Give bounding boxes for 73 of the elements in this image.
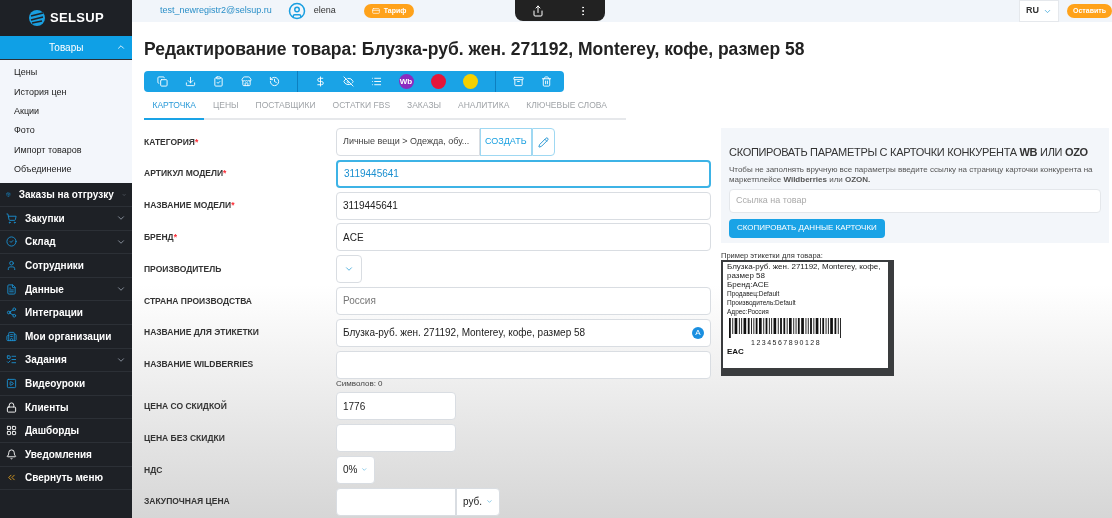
user-icon xyxy=(6,259,17,271)
user-name: elena xyxy=(313,4,336,18)
submenu-item[interactable]: Акции xyxy=(0,102,132,122)
currency-select[interactable]: руб. xyxy=(456,487,500,516)
category-field[interactable]: Личные вещи > Одежда, обу... xyxy=(336,128,480,156)
field-label: ПРОИЗВОДИТЕЛЬ xyxy=(144,262,222,276)
dropdown-field[interactable] xyxy=(336,255,362,284)
character-counter: Символов: 0 xyxy=(336,378,384,389)
dollar-icon[interactable] xyxy=(314,76,326,88)
check-circle-icon xyxy=(6,236,17,248)
list-icon xyxy=(6,354,17,366)
list-icon[interactable] xyxy=(370,76,382,88)
text-field[interactable]: 3119445641 xyxy=(336,191,711,220)
auto-badge: A xyxy=(692,326,704,339)
pencil-icon xyxy=(537,136,549,148)
label-line: Блузка-руб. жен. 271192, Monterey, кофе, размер 58 xyxy=(727,262,882,280)
share-icon[interactable] xyxy=(531,4,544,17)
text-field[interactable]: ACE xyxy=(336,223,711,252)
panel-title: СКОПИРОВАТЬ ПАРАМЕТРЫ С КАРТОЧКИ КОНКУРЕНТА WB ИЛИ OZO xyxy=(729,145,1088,160)
history-icon[interactable] xyxy=(268,76,280,88)
share-icon xyxy=(6,307,17,319)
submenu-item[interactable]: История цен xyxy=(0,82,132,103)
field-label: НАЗВАНИЕ ДЛЯ ЭТИКЕТКИ xyxy=(144,326,259,340)
field-label: ЦЕНА БЕЗ СКИДКИ xyxy=(144,431,225,445)
price-field[interactable] xyxy=(336,424,456,453)
price-field[interactable] xyxy=(336,487,456,516)
text-field[interactable]: Блузка-руб. жен. 271192, Monterey, кофе, размер 58 A xyxy=(336,318,711,347)
grid-icon xyxy=(6,425,17,437)
field-label: НАЗВАНИЕ WILDBERRIES xyxy=(144,358,254,371)
copy-icon[interactable] xyxy=(156,76,168,88)
field-label: БРЕНД* xyxy=(144,231,177,244)
submenu-item[interactable]: Объединение xyxy=(0,160,132,180)
submenu-item[interactable]: Фото xyxy=(0,121,132,141)
marketplace-button[interactable]: Wb xyxy=(398,74,414,90)
field-label: ЦЕНА СО СКИДКОЙ xyxy=(144,400,227,413)
field-label: ЗАКУПОЧНАЯ ЦЕНА xyxy=(144,495,230,509)
avatar-icon xyxy=(287,2,306,20)
store-icon[interactable] xyxy=(240,76,252,88)
document-icon xyxy=(6,283,17,295)
panel-description: Чтобы не заполнять вручную все параметры введите ссылку на страницу карточки конкурента на маркетплейсе Wildberries или OZON. xyxy=(729,164,1094,185)
text-area[interactable] xyxy=(336,350,711,379)
marketplace-button[interactable] xyxy=(430,74,446,90)
logo-text: SELSUP xyxy=(50,9,104,28)
field-label: НДС xyxy=(144,463,163,477)
field-label: КАТЕГОРИЯ* xyxy=(144,135,199,149)
logo-icon xyxy=(28,9,46,27)
page-title: Редактирование товара: Блузка-руб. жен. 271192, Monterey, кофе, размер 58 xyxy=(144,38,806,61)
field-label: НАЗВАНИЕ МОДЕЛИ* xyxy=(144,199,235,212)
text-field[interactable]: Россия xyxy=(336,287,711,315)
label-line: Бренд:ACE xyxy=(727,280,770,289)
cart-icon xyxy=(6,212,17,224)
submenu-item[interactable]: Цены xyxy=(0,63,132,83)
eye-off-icon[interactable] xyxy=(342,76,354,88)
field-label: СТРАНА ПРОИЗВОДСТВА xyxy=(144,294,252,308)
marketplace-button[interactable] xyxy=(462,74,478,90)
eac-mark: EAC xyxy=(727,347,745,356)
submenu-item[interactable]: Импорт товаров xyxy=(0,140,132,161)
language-select[interactable]: RU xyxy=(1019,0,1059,22)
bell-icon xyxy=(6,448,17,460)
download-icon[interactable] xyxy=(184,76,196,88)
select-field[interactable]: 0% xyxy=(336,455,375,484)
text-field[interactable]: 3119445641 xyxy=(336,159,711,188)
building-icon xyxy=(6,330,17,342)
lock-icon xyxy=(6,401,17,413)
price-field[interactable]: 1776 xyxy=(336,392,456,421)
user-email-link[interactable]: test_newregistr2@selsup.ru xyxy=(160,4,272,18)
trash-icon[interactable] xyxy=(540,76,552,88)
clipboard-check-icon[interactable] xyxy=(212,76,224,88)
card-icon xyxy=(371,7,380,15)
play-icon xyxy=(6,377,17,389)
archive-icon[interactable] xyxy=(512,76,524,88)
field-label: АРТИКУЛ МОДЕЛИ* xyxy=(144,167,227,181)
edit-button[interactable] xyxy=(531,128,555,156)
